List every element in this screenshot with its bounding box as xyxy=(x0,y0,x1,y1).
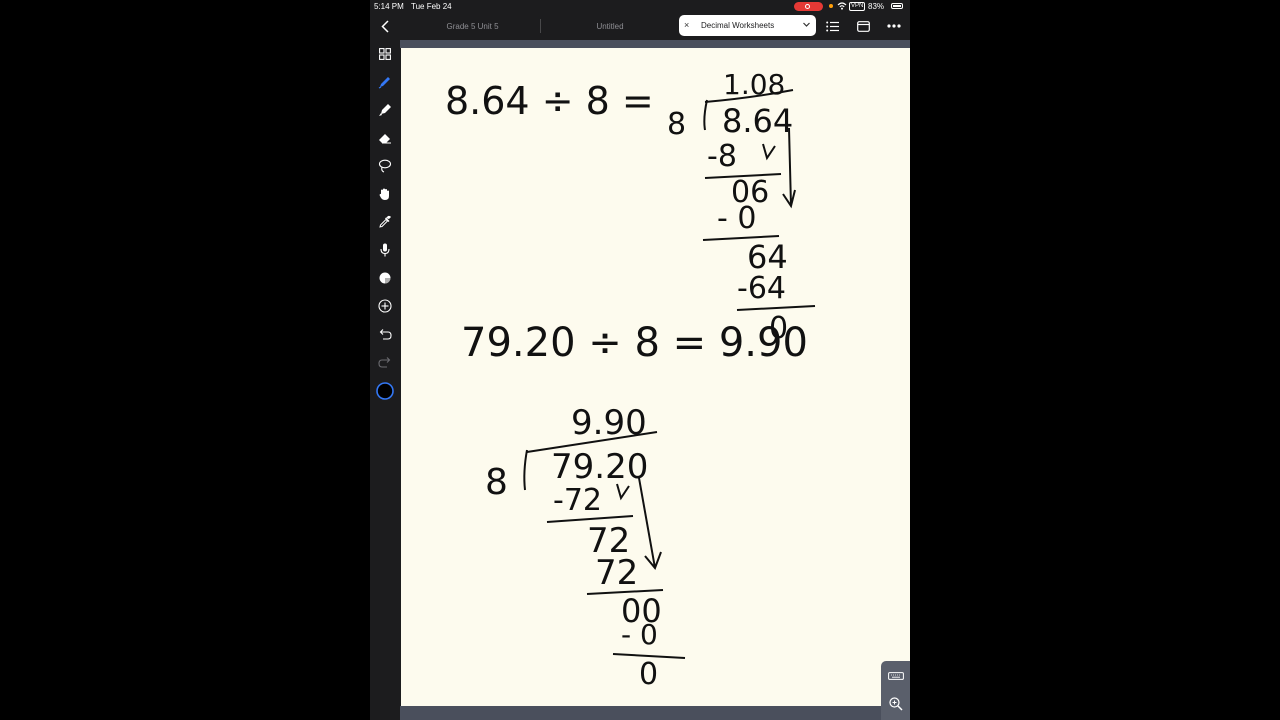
p2-subtract-1: -72 xyxy=(553,483,602,518)
more-icon[interactable] xyxy=(887,24,901,28)
p2-subtract-3: - 0 xyxy=(621,618,658,651)
note-page[interactable]: 8.64 ÷ 8 = 1.08 8 8.64 -8 06 - 0 64 -64 … xyxy=(401,48,910,706)
shapes-icon[interactable] xyxy=(376,269,394,287)
lasso-icon[interactable] xyxy=(376,157,394,175)
ipad-screen: 5:14 PM Tue Feb 24 VPN 83% Grade 5 Unit … xyxy=(370,0,910,720)
p2-bracket-side xyxy=(523,449,528,491)
close-tab-icon[interactable]: × xyxy=(684,15,689,36)
p1-subtract-2: - 0 xyxy=(717,201,756,236)
p2-quotient: 9.90 xyxy=(571,403,647,443)
handwriting-layer: 8.64 ÷ 8 = 1.08 8 8.64 -8 06 - 0 64 -64 … xyxy=(445,68,816,692)
highlighter-icon[interactable] xyxy=(376,101,394,119)
zoom-icon[interactable] xyxy=(889,697,903,711)
eyedropper-icon[interactable] xyxy=(376,213,394,231)
eraser-icon[interactable] xyxy=(376,129,394,147)
p1-divisor: 8 xyxy=(667,107,686,142)
status-date: Tue Feb 24 xyxy=(411,2,452,11)
add-icon[interactable] xyxy=(376,297,394,315)
problem-2-equation: 79.20 ÷ 8 = 9.90 xyxy=(461,320,808,366)
p1-bracket-side xyxy=(703,99,708,131)
p1-bring-down-arrow-1 xyxy=(762,143,776,161)
battery-percent: 83% xyxy=(868,2,885,11)
p2-subtract-2: 72 xyxy=(595,553,638,593)
undo-icon[interactable] xyxy=(376,325,394,343)
tab-label: Decimal Worksheets xyxy=(701,21,775,30)
hand-icon[interactable] xyxy=(376,185,394,203)
p1-subtract-3: -64 xyxy=(737,271,786,306)
pen-icon[interactable] xyxy=(376,73,394,91)
chevron-down-icon[interactable] xyxy=(802,20,811,29)
microphone-icon[interactable] xyxy=(376,241,394,259)
p2-bring-down-arrow-2 xyxy=(638,477,662,570)
problem-1-equation: 8.64 ÷ 8 = xyxy=(445,79,654,123)
p1-line-3 xyxy=(736,305,816,311)
tab-divider xyxy=(540,19,541,33)
color-icon[interactable] xyxy=(376,382,394,400)
vpn-badge: VPN xyxy=(849,2,866,11)
floating-tools xyxy=(881,661,910,720)
p1-dividend: 8.64 xyxy=(722,102,793,140)
p2-divisor: 8 xyxy=(485,462,508,503)
keyboard-icon[interactable] xyxy=(888,672,904,680)
back-chevron-icon[interactable] xyxy=(381,20,389,33)
tab-untitled[interactable]: Untitled xyxy=(560,13,660,40)
battery-icon xyxy=(891,3,903,9)
canvas-margin-bottom xyxy=(400,706,910,720)
tool-sidebar xyxy=(370,40,400,720)
mic-indicator-icon xyxy=(829,4,833,8)
tab-bar: Grade 5 Unit 5 Untitled × Decimal Worksh… xyxy=(370,13,910,40)
grid-icon[interactable] xyxy=(376,45,394,63)
screen-record-icon[interactable] xyxy=(794,2,823,11)
status-time: 5:14 PM xyxy=(374,2,404,11)
page-view-icon[interactable] xyxy=(857,21,870,32)
redo-icon[interactable] xyxy=(376,353,394,371)
p2-dividend: 79.20 xyxy=(551,447,648,487)
p2-final-remainder: 0 xyxy=(639,657,658,692)
list-icon[interactable] xyxy=(826,21,839,32)
status-bar: 5:14 PM Tue Feb 24 VPN 83% xyxy=(370,0,910,13)
tab-grade-5-unit-5[interactable]: Grade 5 Unit 5 xyxy=(420,13,525,40)
tab-decimal-worksheets[interactable]: × Decimal Worksheets xyxy=(679,15,816,36)
wifi-icon xyxy=(837,2,847,10)
p1-subtract-1: -8 xyxy=(707,139,737,174)
canvas-margin-top xyxy=(400,40,910,48)
